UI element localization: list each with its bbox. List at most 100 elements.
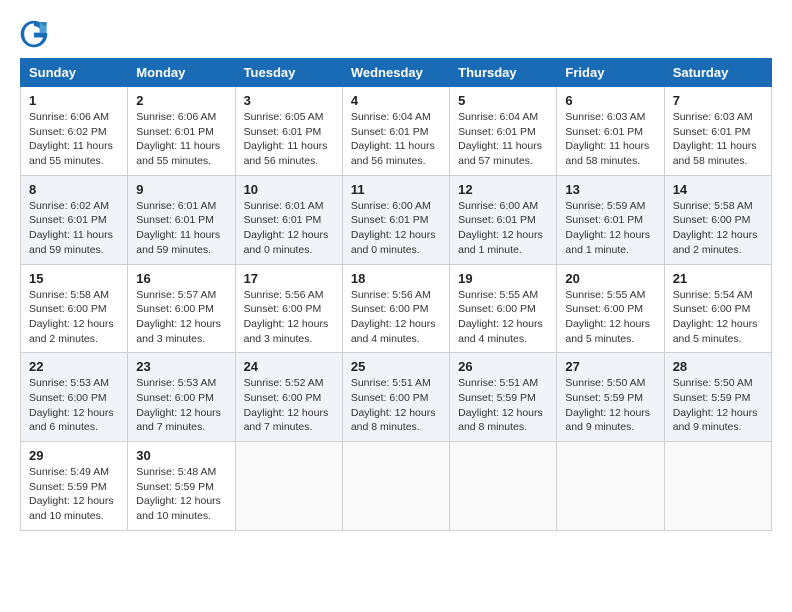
calendar-day-cell: 3 Sunrise: 6:05 AM Sunset: 6:01 PM Dayli… <box>235 87 342 176</box>
day-number: 24 <box>244 359 334 374</box>
day-number: 11 <box>351 182 441 197</box>
weekday-header-saturday: Saturday <box>664 59 771 87</box>
calendar-day-cell <box>450 442 557 531</box>
day-info: Sunrise: 6:03 AM Sunset: 6:01 PM Dayligh… <box>565 110 655 169</box>
day-info: Sunrise: 5:56 AM Sunset: 6:00 PM Dayligh… <box>244 288 334 347</box>
day-number: 15 <box>29 271 119 286</box>
calendar-day-cell: 8 Sunrise: 6:02 AM Sunset: 6:01 PM Dayli… <box>21 175 128 264</box>
day-number: 20 <box>565 271 655 286</box>
calendar-day-cell: 24 Sunrise: 5:52 AM Sunset: 6:00 PM Dayl… <box>235 353 342 442</box>
weekday-header-thursday: Thursday <box>450 59 557 87</box>
calendar-day-cell: 16 Sunrise: 5:57 AM Sunset: 6:00 PM Dayl… <box>128 264 235 353</box>
calendar-day-cell: 28 Sunrise: 5:50 AM Sunset: 5:59 PM Dayl… <box>664 353 771 442</box>
calendar-day-cell: 29 Sunrise: 5:49 AM Sunset: 5:59 PM Dayl… <box>21 442 128 531</box>
day-info: Sunrise: 6:05 AM Sunset: 6:01 PM Dayligh… <box>244 110 334 169</box>
day-number: 29 <box>29 448 119 463</box>
calendar-day-cell: 22 Sunrise: 5:53 AM Sunset: 6:00 PM Dayl… <box>21 353 128 442</box>
calendar-day-cell: 30 Sunrise: 5:48 AM Sunset: 5:59 PM Dayl… <box>128 442 235 531</box>
calendar-day-cell: 18 Sunrise: 5:56 AM Sunset: 6:00 PM Dayl… <box>342 264 449 353</box>
day-info: Sunrise: 5:58 AM Sunset: 6:00 PM Dayligh… <box>673 199 763 258</box>
calendar-day-cell: 13 Sunrise: 5:59 AM Sunset: 6:01 PM Dayl… <box>557 175 664 264</box>
day-info: Sunrise: 5:49 AM Sunset: 5:59 PM Dayligh… <box>29 465 119 524</box>
day-number: 6 <box>565 93 655 108</box>
day-number: 14 <box>673 182 763 197</box>
day-info: Sunrise: 6:01 AM Sunset: 6:01 PM Dayligh… <box>136 199 226 258</box>
day-number: 1 <box>29 93 119 108</box>
day-number: 8 <box>29 182 119 197</box>
calendar-day-cell: 9 Sunrise: 6:01 AM Sunset: 6:01 PM Dayli… <box>128 175 235 264</box>
day-info: Sunrise: 6:04 AM Sunset: 6:01 PM Dayligh… <box>351 110 441 169</box>
weekday-header-tuesday: Tuesday <box>235 59 342 87</box>
day-number: 12 <box>458 182 548 197</box>
calendar-day-cell: 12 Sunrise: 6:00 AM Sunset: 6:01 PM Dayl… <box>450 175 557 264</box>
calendar-day-cell <box>342 442 449 531</box>
day-number: 19 <box>458 271 548 286</box>
day-info: Sunrise: 6:03 AM Sunset: 6:01 PM Dayligh… <box>673 110 763 169</box>
day-info: Sunrise: 5:58 AM Sunset: 6:00 PM Dayligh… <box>29 288 119 347</box>
day-info: Sunrise: 5:53 AM Sunset: 6:00 PM Dayligh… <box>136 376 226 435</box>
day-number: 22 <box>29 359 119 374</box>
day-info: Sunrise: 5:53 AM Sunset: 6:00 PM Dayligh… <box>29 376 119 435</box>
calendar-day-cell <box>557 442 664 531</box>
calendar-day-cell: 6 Sunrise: 6:03 AM Sunset: 6:01 PM Dayli… <box>557 87 664 176</box>
weekday-header-wednesday: Wednesday <box>342 59 449 87</box>
calendar-day-cell: 7 Sunrise: 6:03 AM Sunset: 6:01 PM Dayli… <box>664 87 771 176</box>
day-number: 4 <box>351 93 441 108</box>
calendar-week-row: 15 Sunrise: 5:58 AM Sunset: 6:00 PM Dayl… <box>21 264 772 353</box>
day-number: 28 <box>673 359 763 374</box>
day-info: Sunrise: 6:01 AM Sunset: 6:01 PM Dayligh… <box>244 199 334 258</box>
weekday-header-row: SundayMondayTuesdayWednesdayThursdayFrid… <box>21 59 772 87</box>
calendar-day-cell: 26 Sunrise: 5:51 AM Sunset: 5:59 PM Dayl… <box>450 353 557 442</box>
day-number: 10 <box>244 182 334 197</box>
page-header <box>20 20 772 48</box>
calendar-day-cell: 14 Sunrise: 5:58 AM Sunset: 6:00 PM Dayl… <box>664 175 771 264</box>
calendar-day-cell: 23 Sunrise: 5:53 AM Sunset: 6:00 PM Dayl… <box>128 353 235 442</box>
weekday-header-friday: Friday <box>557 59 664 87</box>
day-info: Sunrise: 5:48 AM Sunset: 5:59 PM Dayligh… <box>136 465 226 524</box>
calendar-week-row: 8 Sunrise: 6:02 AM Sunset: 6:01 PM Dayli… <box>21 175 772 264</box>
day-number: 23 <box>136 359 226 374</box>
day-info: Sunrise: 6:06 AM Sunset: 6:02 PM Dayligh… <box>29 110 119 169</box>
calendar-day-cell: 15 Sunrise: 5:58 AM Sunset: 6:00 PM Dayl… <box>21 264 128 353</box>
day-info: Sunrise: 6:02 AM Sunset: 6:01 PM Dayligh… <box>29 199 119 258</box>
calendar-day-cell: 5 Sunrise: 6:04 AM Sunset: 6:01 PM Dayli… <box>450 87 557 176</box>
day-number: 9 <box>136 182 226 197</box>
calendar-day-cell: 17 Sunrise: 5:56 AM Sunset: 6:00 PM Dayl… <box>235 264 342 353</box>
logo-icon <box>20 20 48 48</box>
day-number: 26 <box>458 359 548 374</box>
day-info: Sunrise: 6:06 AM Sunset: 6:01 PM Dayligh… <box>136 110 226 169</box>
day-number: 2 <box>136 93 226 108</box>
calendar-day-cell: 4 Sunrise: 6:04 AM Sunset: 6:01 PM Dayli… <box>342 87 449 176</box>
day-number: 16 <box>136 271 226 286</box>
day-info: Sunrise: 5:51 AM Sunset: 5:59 PM Dayligh… <box>458 376 548 435</box>
calendar-day-cell <box>235 442 342 531</box>
calendar-day-cell: 25 Sunrise: 5:51 AM Sunset: 6:00 PM Dayl… <box>342 353 449 442</box>
calendar-week-row: 1 Sunrise: 6:06 AM Sunset: 6:02 PM Dayli… <box>21 87 772 176</box>
day-info: Sunrise: 6:00 AM Sunset: 6:01 PM Dayligh… <box>458 199 548 258</box>
calendar-day-cell: 27 Sunrise: 5:50 AM Sunset: 5:59 PM Dayl… <box>557 353 664 442</box>
day-number: 7 <box>673 93 763 108</box>
day-number: 13 <box>565 182 655 197</box>
day-number: 17 <box>244 271 334 286</box>
day-number: 25 <box>351 359 441 374</box>
calendar-week-row: 29 Sunrise: 5:49 AM Sunset: 5:59 PM Dayl… <box>21 442 772 531</box>
calendar-day-cell: 21 Sunrise: 5:54 AM Sunset: 6:00 PM Dayl… <box>664 264 771 353</box>
calendar-day-cell: 11 Sunrise: 6:00 AM Sunset: 6:01 PM Dayl… <box>342 175 449 264</box>
day-number: 18 <box>351 271 441 286</box>
day-info: Sunrise: 5:55 AM Sunset: 6:00 PM Dayligh… <box>458 288 548 347</box>
calendar-table: SundayMondayTuesdayWednesdayThursdayFrid… <box>20 58 772 531</box>
day-info: Sunrise: 5:59 AM Sunset: 6:01 PM Dayligh… <box>565 199 655 258</box>
day-number: 30 <box>136 448 226 463</box>
day-info: Sunrise: 5:52 AM Sunset: 6:00 PM Dayligh… <box>244 376 334 435</box>
day-info: Sunrise: 5:54 AM Sunset: 6:00 PM Dayligh… <box>673 288 763 347</box>
day-info: Sunrise: 5:56 AM Sunset: 6:00 PM Dayligh… <box>351 288 441 347</box>
day-info: Sunrise: 5:50 AM Sunset: 5:59 PM Dayligh… <box>673 376 763 435</box>
day-info: Sunrise: 5:57 AM Sunset: 6:00 PM Dayligh… <box>136 288 226 347</box>
calendar-day-cell: 19 Sunrise: 5:55 AM Sunset: 6:00 PM Dayl… <box>450 264 557 353</box>
calendar-week-row: 22 Sunrise: 5:53 AM Sunset: 6:00 PM Dayl… <box>21 353 772 442</box>
day-number: 5 <box>458 93 548 108</box>
day-info: Sunrise: 6:04 AM Sunset: 6:01 PM Dayligh… <box>458 110 548 169</box>
calendar-day-cell: 20 Sunrise: 5:55 AM Sunset: 6:00 PM Dayl… <box>557 264 664 353</box>
calendar-day-cell: 1 Sunrise: 6:06 AM Sunset: 6:02 PM Dayli… <box>21 87 128 176</box>
weekday-header-monday: Monday <box>128 59 235 87</box>
